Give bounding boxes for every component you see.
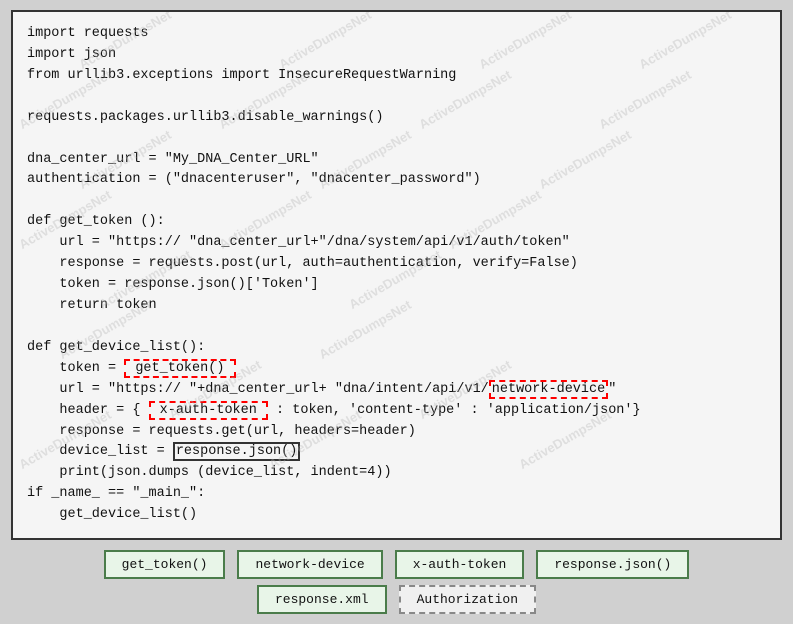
code-box: ActiveDumpsNetActiveDumpsNetActiveDumpsN… bbox=[11, 10, 782, 540]
answer-row-2: response.xml Authorization bbox=[257, 585, 536, 614]
line-7: dna_center_url = "My_DNA_Center_URL" bbox=[27, 152, 319, 167]
line-2: import json bbox=[27, 47, 116, 62]
highlight-x-auth-token: x-auth-token bbox=[149, 401, 268, 420]
line-8: authentication = ("dnacenteruser", "dnac… bbox=[27, 172, 481, 187]
line-13: token = response.json()['Token'] bbox=[27, 277, 319, 292]
line-12: response = requests.post(url, auth=authe… bbox=[27, 256, 578, 271]
highlight-response-json: response.json() bbox=[173, 442, 301, 461]
line-10: def get_token (): bbox=[27, 214, 165, 229]
answer-area: get_token() network-device x-auth-token … bbox=[11, 550, 782, 614]
line-21: device_list = response.json() bbox=[27, 442, 300, 461]
line-11: url = "https:// "dna_center_url+"/dna/sy… bbox=[27, 235, 570, 250]
line-14: return token bbox=[27, 298, 157, 313]
line-23: if _name_ == "_main_": bbox=[27, 486, 205, 501]
line-18: url = "https:// "+dna_center_url+ "dna/i… bbox=[27, 380, 616, 399]
answer-network-device[interactable]: network-device bbox=[237, 550, 382, 579]
line-20: response = requests.get(url, headers=hea… bbox=[27, 424, 416, 439]
line-3: from urllib3.exceptions import InsecureR… bbox=[27, 68, 456, 83]
answer-x-auth-token[interactable]: x-auth-token bbox=[395, 550, 525, 579]
line-5: requests.packages.urllib3.disable_warnin… bbox=[27, 110, 383, 125]
main-container: ActiveDumpsNetActiveDumpsNetActiveDumpsN… bbox=[0, 0, 793, 624]
line-16: def get_device_list(): bbox=[27, 340, 205, 355]
line-19: header = { x-auth-token : token, 'conten… bbox=[27, 401, 641, 420]
line-1: import requests bbox=[27, 26, 149, 41]
answer-row-1: get_token() network-device x-auth-token … bbox=[104, 550, 690, 579]
answer-response-json[interactable]: response.json() bbox=[536, 550, 689, 579]
line-22: print(json.dumps (device_list, indent=4)… bbox=[27, 465, 392, 480]
answer-response-xml[interactable]: response.xml bbox=[257, 585, 387, 614]
highlight-get-token: get_token() bbox=[124, 359, 235, 378]
highlight-network-device: network-device bbox=[489, 380, 608, 399]
answer-get-token[interactable]: get_token() bbox=[104, 550, 226, 579]
line-24: get_device_list() bbox=[27, 507, 197, 522]
code-content: import requests import json from urllib3… bbox=[27, 24, 766, 526]
line-17: token = get_token() bbox=[27, 359, 236, 378]
answer-authorization[interactable]: Authorization bbox=[399, 585, 536, 614]
